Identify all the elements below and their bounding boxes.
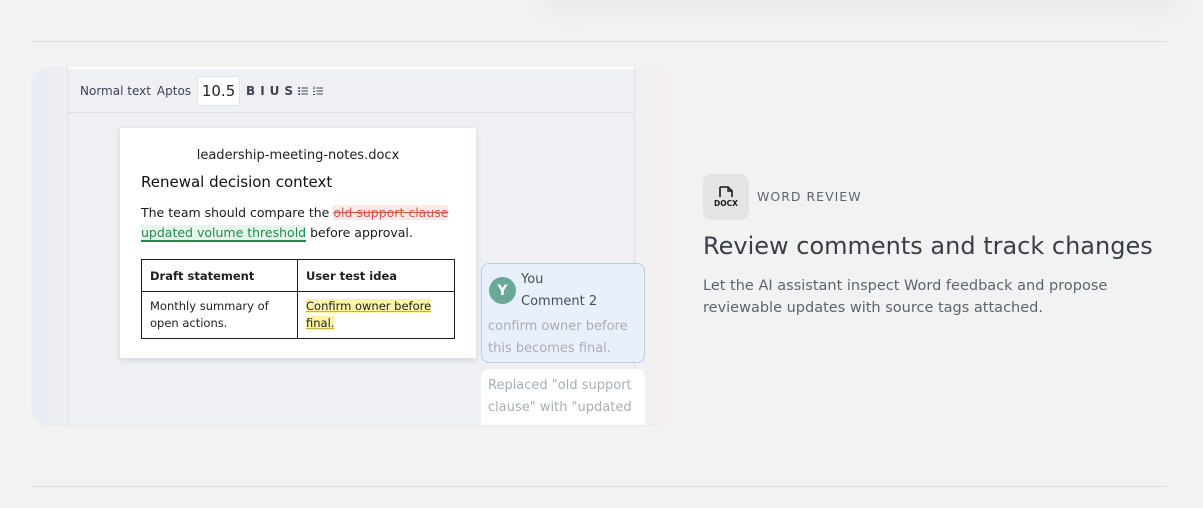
bottom-divider bbox=[31, 486, 1167, 487]
font-size-input[interactable]: 10.5 bbox=[197, 75, 241, 106]
svg-text:DOCX: DOCX bbox=[714, 199, 738, 208]
comment-title: Comment 2 bbox=[521, 294, 598, 309]
comment-author: You bbox=[521, 272, 544, 287]
table-header-cell: Draft statement bbox=[141, 259, 298, 292]
tracked-change-text: Replaced "old support clause" with "upda… bbox=[488, 378, 632, 415]
document-filename: leadership-meeting-notes.docx bbox=[196, 148, 400, 163]
word-preview-card: Normal text Aptos 10.5 B I U S leadershi… bbox=[32, 67, 671, 425]
feature-eyebrow: WORD REVIEW bbox=[757, 189, 862, 204]
italic-button[interactable]: I bbox=[260, 84, 264, 98]
tracked-insertion[interactable]: updated volume threshold bbox=[141, 225, 307, 242]
editor-window: Normal text Aptos 10.5 B I U S leadershi… bbox=[67, 67, 645, 425]
top-divider bbox=[31, 41, 1167, 42]
document-paragraph: The team should compare the old support … bbox=[141, 203, 455, 243]
formatting-toolbar: Normal text Aptos 10.5 B I U S bbox=[68, 67, 634, 113]
tracked-deletion[interactable]: old support clause bbox=[333, 205, 449, 220]
document-table: Draft statement User test idea Monthly s… bbox=[141, 259, 455, 339]
bold-button[interactable]: B bbox=[246, 84, 255, 98]
document-heading: Renewal decision context bbox=[141, 173, 333, 191]
table-cell: Monthly summary of open actions. bbox=[141, 291, 298, 339]
top-shadow bbox=[540, 0, 1180, 10]
tracked-change-card[interactable]: Replaced "old support clause" with "upda… bbox=[481, 369, 645, 425]
bulleted-list-icon[interactable] bbox=[298, 86, 309, 96]
table-cell: Confirm owner before final. bbox=[297, 291, 455, 339]
strikethrough-button[interactable]: S bbox=[284, 84, 293, 98]
font-family-select[interactable]: Aptos bbox=[157, 84, 191, 98]
feature-description: Let the AI assistant inspect Word feedba… bbox=[703, 278, 1108, 316]
paragraph-suffix: before approval. bbox=[310, 225, 413, 240]
table-header-row: Draft statement User test idea bbox=[141, 259, 455, 292]
underline-button[interactable]: U bbox=[270, 84, 280, 98]
table-header-cell: User test idea bbox=[297, 259, 455, 292]
table-row: Monthly summary of open actions. Confirm… bbox=[141, 291, 455, 339]
paragraph-style-select[interactable]: Normal text bbox=[80, 84, 151, 98]
comment-card[interactable]: Y You Comment 2 confirm owner before thi… bbox=[481, 263, 645, 363]
comment-body: confirm owner before this becomes final. bbox=[488, 319, 628, 356]
numbered-list-icon[interactable] bbox=[313, 86, 324, 96]
paragraph-prefix: The team should compare the bbox=[141, 205, 330, 220]
commented-highlight[interactable]: Confirm owner before final. bbox=[306, 299, 432, 330]
avatar: Y bbox=[489, 277, 516, 304]
feature-headline: Review comments and track changes bbox=[703, 232, 1153, 260]
document-page[interactable]: leadership-meeting-notes.docx Renewal de… bbox=[120, 128, 476, 358]
docx-file-icon: DOCX bbox=[703, 174, 749, 220]
